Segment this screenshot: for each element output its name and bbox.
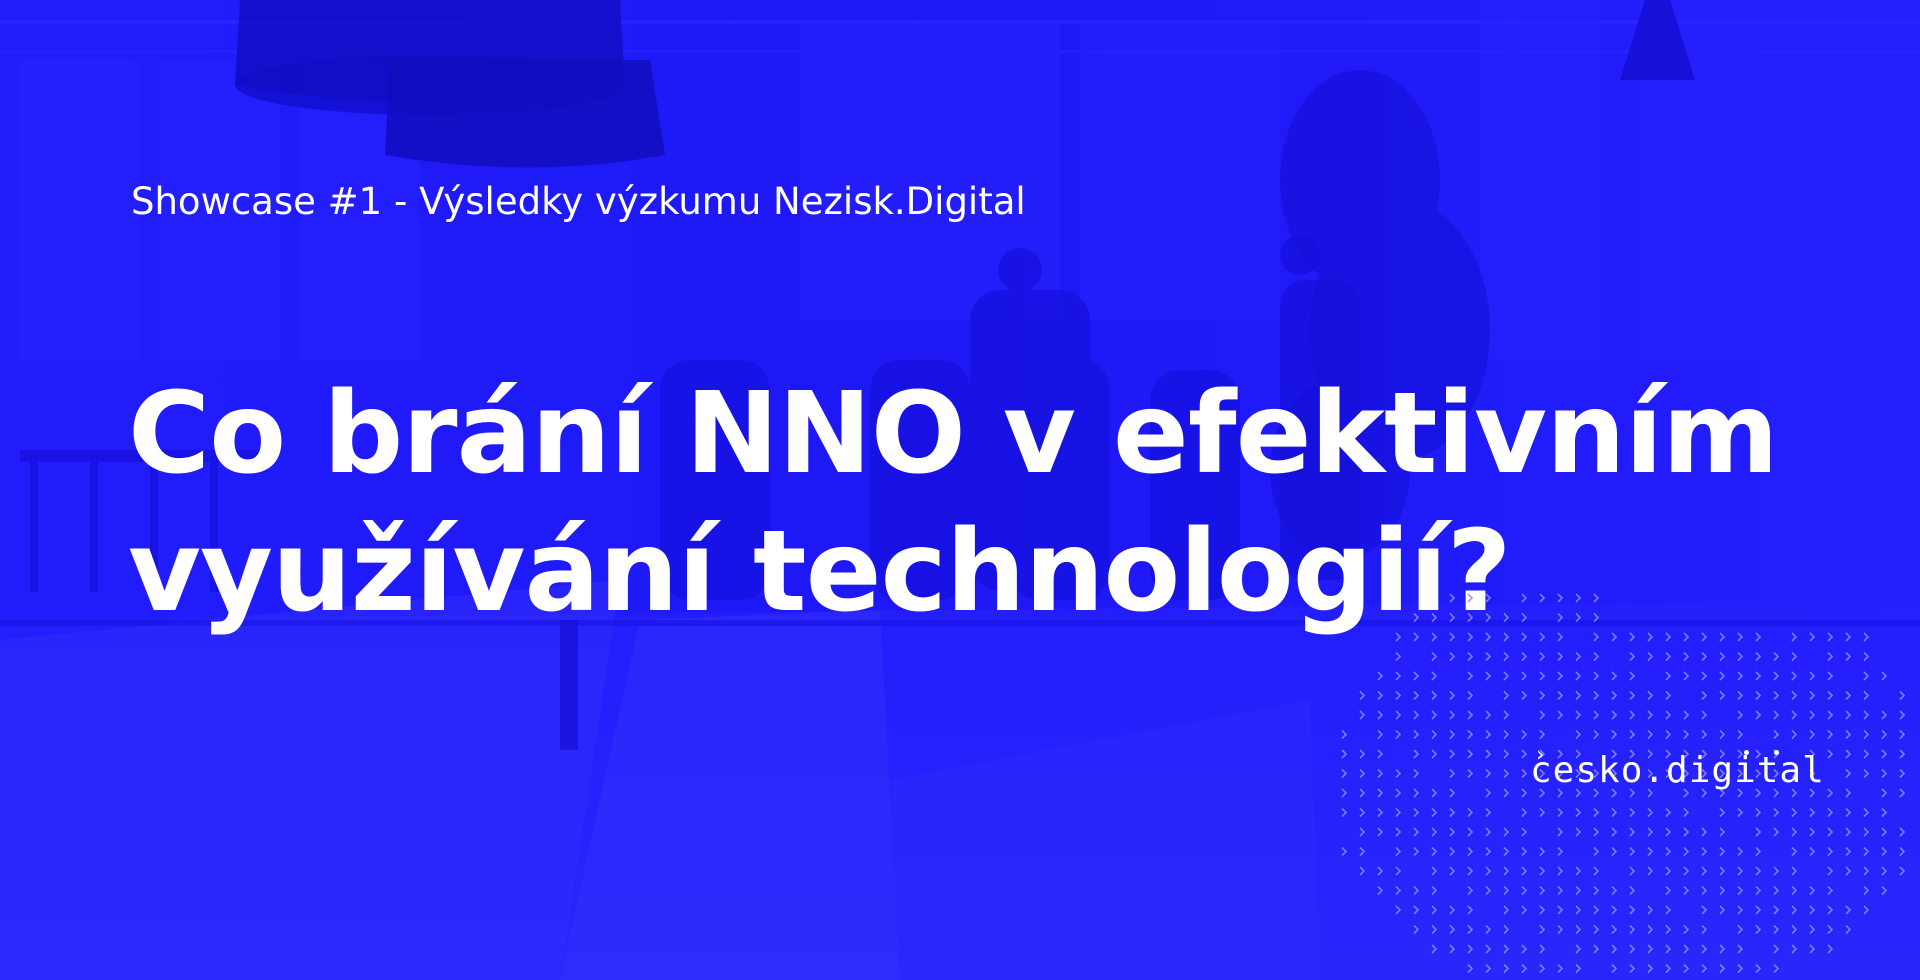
logo-text: cesko.digital — [1530, 750, 1825, 791]
logo-dot-2 — [1774, 750, 1779, 755]
event-banner: Showcase #1 - Výsledky výzkumu Nezisk.Di… — [0, 0, 1920, 980]
logo-dot-1 — [1744, 750, 1749, 755]
chevron-right-icon: › — [1534, 742, 1547, 766]
cesko-digital-logo: › cesko.digital — [1530, 744, 1825, 820]
headline-line-1: Co brání NNO v efektivním — [128, 369, 1779, 499]
event-subtitle: Showcase #1 - Výsledky výzkumu Nezisk.Di… — [131, 180, 1026, 223]
